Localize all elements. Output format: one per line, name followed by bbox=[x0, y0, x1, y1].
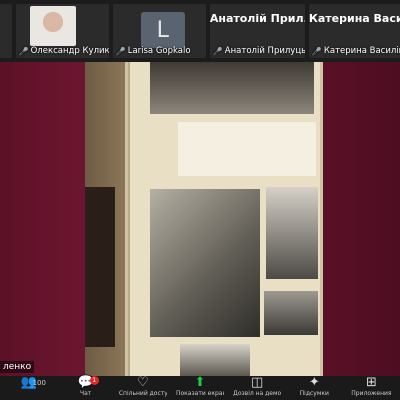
doorway bbox=[85, 187, 115, 347]
share-screen-icon: ⬆ bbox=[194, 375, 206, 390]
share-permission-label: Дозвіл на демонстрацію bbox=[233, 390, 282, 397]
exhibit-photo bbox=[150, 62, 314, 114]
participant-name: 🎤 Анатолій Прилуцьки... bbox=[213, 46, 305, 56]
chat-label: Чат bbox=[80, 390, 92, 397]
mic-off-icon: 🎤 bbox=[212, 46, 223, 56]
participant-display-name: Катерина Васи... bbox=[308, 12, 400, 25]
participant-name-text: Олександр Куликов bbox=[30, 46, 109, 56]
participant-tile-1[interactable] bbox=[0, 4, 12, 58]
mic-off-icon: 🎤 bbox=[311, 46, 322, 56]
participant-name-text: Larisa Gopkalo bbox=[127, 46, 191, 56]
reactions-label: Спільний доступ bbox=[118, 390, 167, 397]
participant-name-text: Катерина Василівна ... bbox=[323, 46, 400, 56]
participant-name: 🎤 Larisa Gopkalo bbox=[116, 46, 191, 56]
participants-button[interactable]: 👥 100 bbox=[5, 376, 53, 390]
participants-count: 100 bbox=[32, 379, 46, 387]
apps-label: Приложения bbox=[351, 390, 392, 397]
participant-tile-5[interactable]: Катерина Васи... 🎤 Катерина Василівна ..… bbox=[308, 4, 400, 58]
exhibit-photo bbox=[180, 344, 250, 376]
shared-video bbox=[0, 62, 400, 376]
participant-display-name: Анатолій Прил... bbox=[209, 12, 305, 25]
share-permission-button[interactable]: ◫ Дозвіл на демонстрацію bbox=[233, 375, 282, 398]
meeting-toolbar: 👥 100 💬 1 Чат ♡ Спільний доступ ⬆ Показа… bbox=[0, 376, 400, 400]
share-permission-icon: ◫ bbox=[250, 375, 264, 390]
participant-tile-4[interactable]: Анатолій Прил... 🎤 Анатолій Прилуцьки... bbox=[209, 4, 305, 58]
share-screen-button[interactable]: ⬆ Показати екран bbox=[175, 375, 224, 398]
active-speaker-name: ленко bbox=[0, 361, 35, 373]
participant-tile-2[interactable]: 🎤 Олександр Куликов bbox=[15, 4, 109, 58]
chat-badge: 1 bbox=[89, 376, 99, 385]
participant-name: 🎤 Олександр Куликов bbox=[19, 46, 109, 56]
participant-avatar-letter: L bbox=[140, 12, 185, 48]
exhibit-photo bbox=[266, 187, 318, 279]
reactions-icon: ♡ bbox=[137, 375, 149, 390]
participant-name: 🎤 Катерина Василівна ... bbox=[312, 46, 400, 56]
participant-name-text: Анатолій Прилуцьки... bbox=[224, 46, 305, 56]
mic-off-icon: 🎤 bbox=[18, 46, 29, 56]
chat-button[interactable]: 💬 1 Чат bbox=[62, 376, 110, 397]
summary-label: Підсумки bbox=[299, 390, 329, 397]
apps-icon: ⊞ bbox=[365, 375, 377, 390]
participant-tile-3[interactable]: L 🎤 Larisa Gopkalo bbox=[112, 4, 206, 58]
exhibit-photo-portrait bbox=[150, 189, 260, 337]
summary-icon: ✦ bbox=[308, 375, 320, 390]
exhibit-caption bbox=[178, 122, 316, 176]
reactions-button[interactable]: ♡ Спільний доступ bbox=[118, 375, 167, 398]
participant-strip: 🎤 Олександр Куликов L 🎤 Larisa Gopkalo А… bbox=[0, 0, 400, 62]
mic-off-icon: 🎤 bbox=[115, 46, 126, 56]
participant-photo bbox=[29, 6, 76, 46]
share-screen-label: Показати екран bbox=[175, 390, 224, 397]
apps-button[interactable]: ⊞ Приложения bbox=[347, 375, 395, 398]
exhibit-photo bbox=[264, 291, 318, 335]
summary-button[interactable]: ✦ Підсумки bbox=[290, 375, 338, 398]
